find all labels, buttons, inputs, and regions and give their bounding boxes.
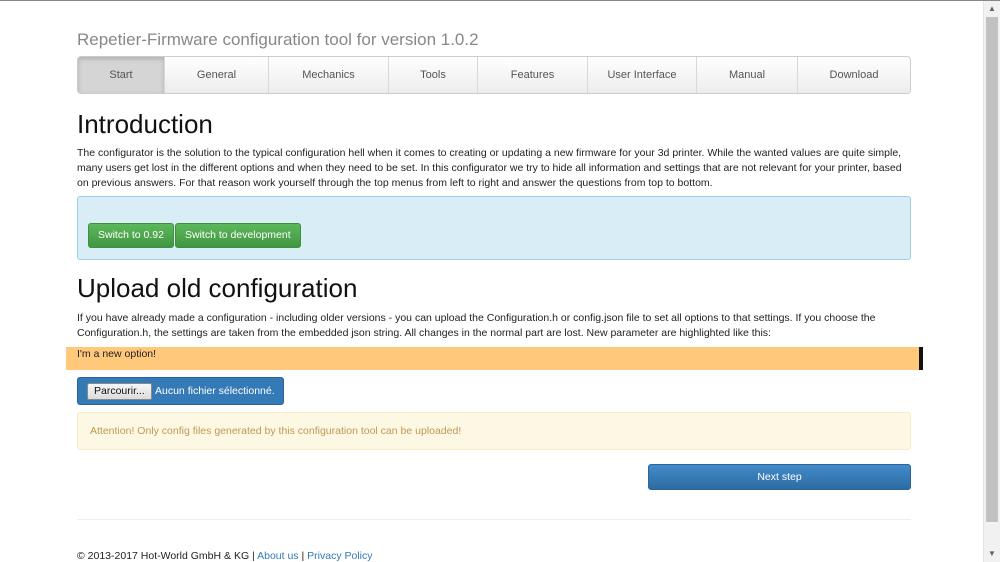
new-option-highlight: I'm a new option! xyxy=(66,347,923,370)
switch-092-button[interactable]: Switch to 0.92 xyxy=(88,223,174,248)
intro-heading: Introduction xyxy=(77,109,213,139)
copyright-text: © 2013-2017 Hot-World GmbH & KG | xyxy=(77,550,255,562)
footer-divider xyxy=(77,519,911,520)
tab-user-interface[interactable]: User Interface xyxy=(588,57,697,93)
upload-warning-alert: Attention! Only config files generated b… xyxy=(77,412,911,450)
window-top-border xyxy=(0,0,1000,1)
switch-development-button[interactable]: Switch to development xyxy=(175,223,301,248)
scroll-down-arrow-icon[interactable]: ▼ xyxy=(984,546,1000,562)
tab-general[interactable]: General xyxy=(165,57,269,93)
about-us-link[interactable]: About us xyxy=(257,550,298,562)
tab-manual[interactable]: Manual xyxy=(697,57,798,93)
scroll-thumb[interactable] xyxy=(986,17,998,522)
file-status-text: Aucun fichier sélectionné. xyxy=(155,385,275,397)
tab-download[interactable]: Download xyxy=(798,57,910,93)
version-switch-panel: Switch to 0.92 Switch to development xyxy=(77,196,911,260)
browse-button[interactable]: Parcourir... xyxy=(87,383,152,400)
app-title: Repetier-Firmware configuration tool for… xyxy=(77,30,479,49)
intro-text: The configurator is the solution to the … xyxy=(77,147,902,189)
file-upload-control: Parcourir... Aucun fichier sélectionné. xyxy=(77,377,284,405)
privacy-policy-link[interactable]: Privacy Policy xyxy=(307,550,372,562)
tab-mechanics[interactable]: Mechanics xyxy=(269,57,389,93)
next-step-button[interactable]: Next step xyxy=(648,464,911,490)
tab-features[interactable]: Features xyxy=(478,57,588,93)
vertical-scrollbar[interactable]: ▲ ▼ xyxy=(983,1,1000,562)
tab-start[interactable]: Start xyxy=(78,57,165,93)
main-nav: Start General Mechanics Tools Features U… xyxy=(77,56,911,94)
footer-separator: | xyxy=(301,550,305,562)
scroll-up-arrow-icon[interactable]: ▲ xyxy=(984,1,1000,17)
upload-heading: Upload old configuration xyxy=(77,273,358,303)
tab-tools[interactable]: Tools xyxy=(389,57,478,93)
footer: © 2013-2017 Hot-World GmbH & KG | About … xyxy=(77,550,373,562)
upload-text: If you have already made a configuration… xyxy=(77,312,876,339)
